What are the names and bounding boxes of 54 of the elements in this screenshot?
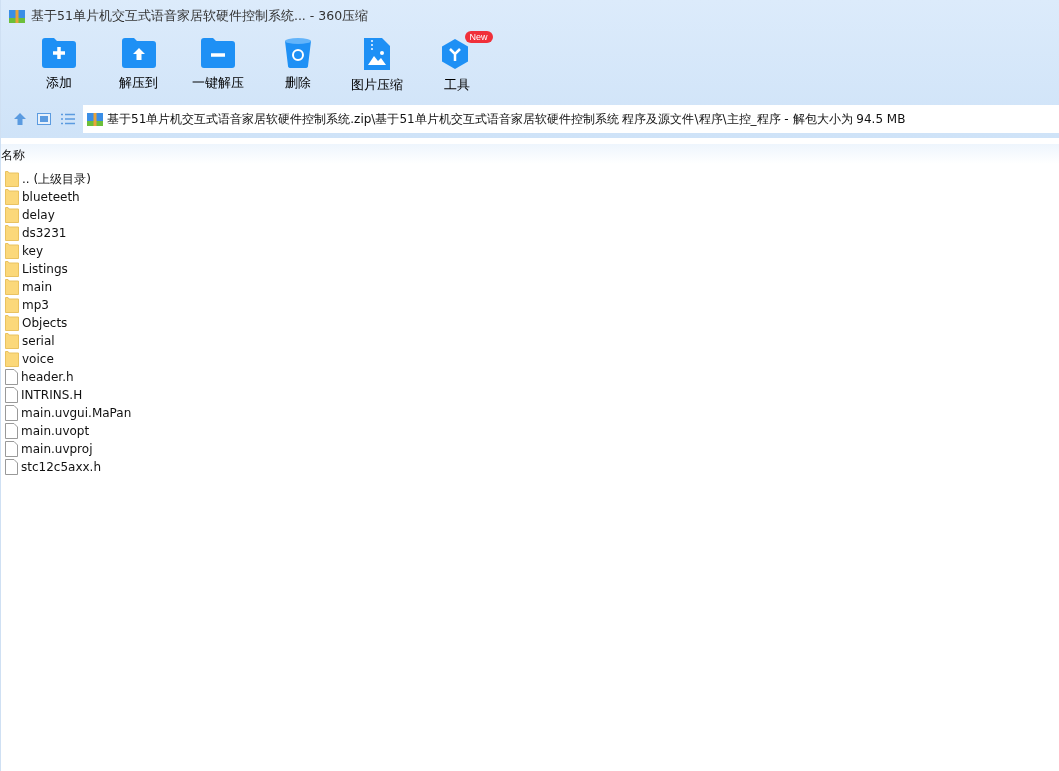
recycle-bin-icon [284, 38, 311, 68]
file-name[interactable]: header.h [21, 370, 74, 384]
folder-icon [5, 189, 19, 205]
folder-icon [5, 297, 19, 313]
folder-name[interactable]: key [22, 244, 43, 258]
file-icon [5, 369, 18, 385]
folder-icon [5, 171, 19, 187]
folder-plus-icon [42, 38, 76, 68]
folder-icon [5, 351, 19, 367]
toolbar-button[interactable]: 解压到 [98, 32, 179, 94]
file-icon [5, 387, 18, 403]
folder-name[interactable]: blueteeth [22, 190, 80, 204]
folder-icon [5, 333, 19, 349]
toolbar-button[interactable]: 添加 [19, 32, 99, 94]
address-path: 基于51单片机交互式语音家居软硬件控制系统.zip\基于51单片机交互式语音家居软硬件控制系统 程序及源文件\程序\主控_程序 - 解包大小为 94.5 MB [107, 110, 906, 128]
toolbar-button[interactable]: 删除 [257, 32, 338, 94]
image-file-icon [364, 38, 390, 70]
folder-name[interactable]: main [22, 280, 52, 294]
file-icon [5, 423, 18, 439]
file-name[interactable]: main.uvopt [21, 424, 90, 438]
folder-name[interactable]: ds3231 [22, 226, 67, 240]
folder-name[interactable]: serial [22, 334, 55, 348]
toolbar-button[interactable]: 一键解压 [178, 32, 258, 94]
toolbar-button[interactable]: 图片压缩 [337, 32, 417, 94]
file-icon [5, 405, 18, 421]
folder-name[interactable]: voice [22, 352, 54, 366]
folder-name[interactable]: delay [22, 208, 55, 222]
folder-name[interactable]: .. (上级目录) [22, 170, 91, 188]
folder-icon [5, 225, 19, 241]
file-name[interactable]: main.uvproj [21, 442, 93, 456]
file-icon [5, 459, 18, 475]
folder-name[interactable]: mp3 [22, 298, 49, 312]
folder-upload-icon [121, 38, 156, 68]
folder-icon [5, 315, 19, 331]
window-title: 基于51单片机交互式语音家居软硬件控制系统... - 360压缩 [31, 7, 369, 25]
folder-minus-icon [201, 38, 235, 68]
folder-icon [5, 279, 19, 295]
file-name[interactable]: INTRINS.H [21, 388, 83, 402]
file-name[interactable]: stc12c5axx.h [21, 460, 102, 474]
archive-icon [87, 111, 103, 127]
folder-icon [5, 261, 19, 277]
file-icon [5, 441, 18, 457]
toolbar-button[interactable]: 工具 New [416, 32, 497, 94]
archive-icon [9, 8, 25, 24]
folder-icon [5, 243, 19, 259]
folder-icon [5, 207, 19, 223]
file-name[interactable]: main.uvgui.MaPan [21, 406, 132, 420]
list-view-icon[interactable] [59, 111, 77, 127]
folder-name[interactable]: Listings [22, 262, 68, 276]
column-header[interactable]: 名称 [1, 147, 25, 164]
address-field[interactable]: 基于51单片机交互式语音家居软硬件控制系统.zip\基于51单片机交互式语音家居软硬件控制系统 程序及源文件\程序\主控_程序 - 解包大小为 94.5 MB [83, 105, 1059, 133]
new-badge: New [464, 31, 493, 43]
thumbnail-view-icon[interactable] [35, 111, 53, 127]
folder-name[interactable]: Objects [22, 316, 68, 330]
